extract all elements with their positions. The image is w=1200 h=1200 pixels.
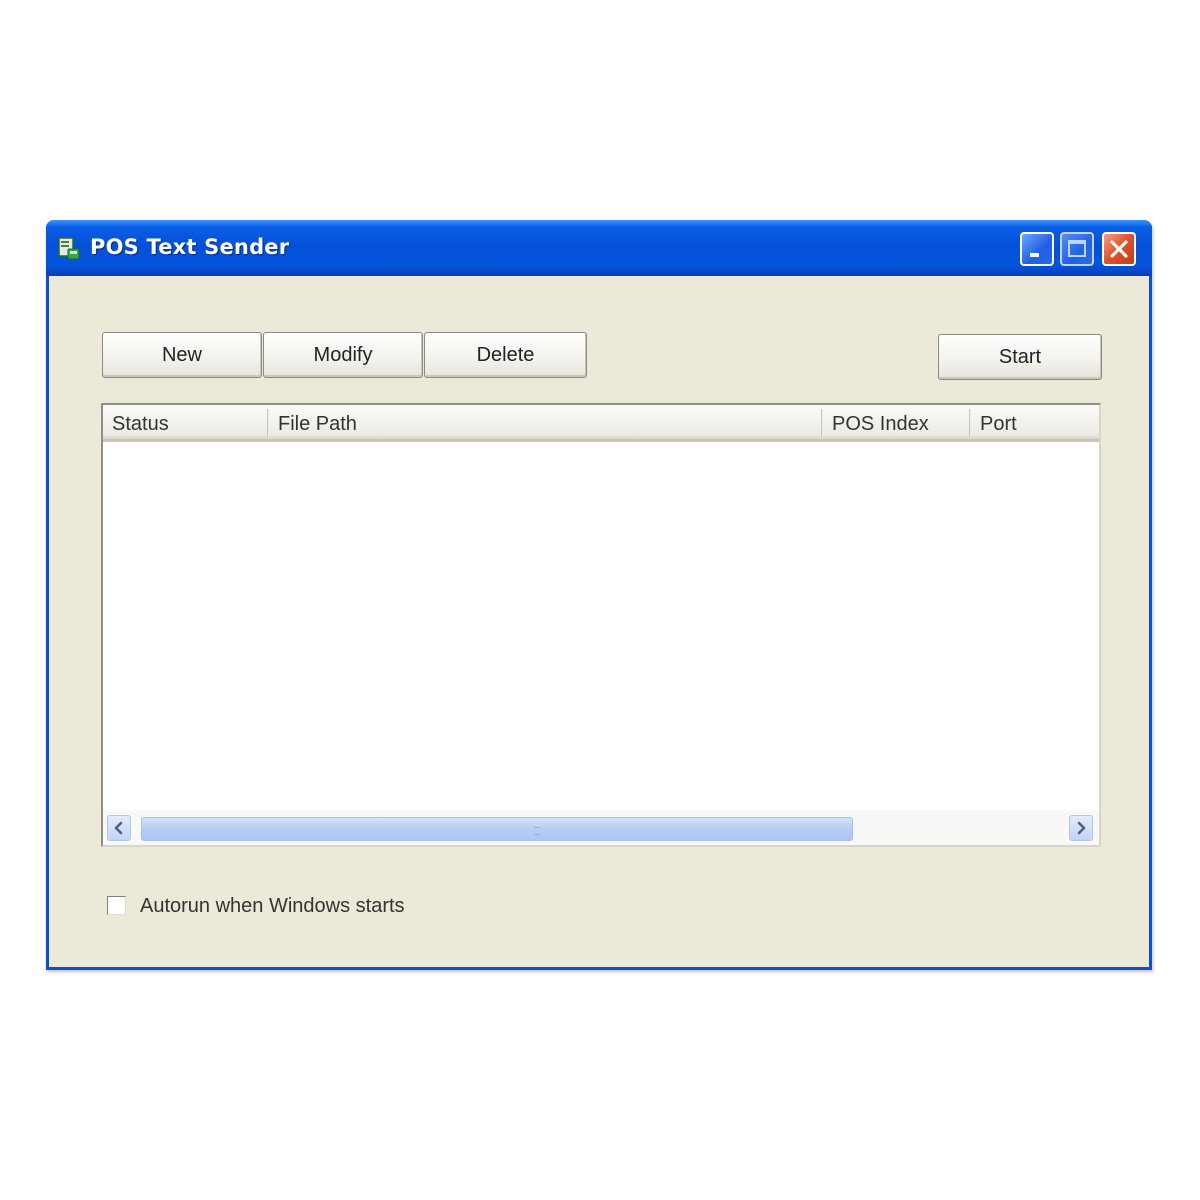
column-header-file-path[interactable]: File Path: [269, 405, 821, 439]
chevron-right-icon: [1077, 821, 1086, 835]
column-header-port[interactable]: Port: [971, 405, 1099, 439]
start-button[interactable]: Start: [938, 334, 1102, 380]
maximize-button[interactable]: [1060, 232, 1094, 266]
window-client-area: New Modify Delete Start Status File Path…: [49, 276, 1149, 967]
scroll-thumb[interactable]: [141, 817, 853, 841]
title-bar[interactable]: POS Text Sender: [46, 220, 1152, 276]
window-title: POS Text Sender: [90, 235, 290, 259]
autorun-checkbox[interactable]: [107, 896, 126, 915]
horizontal-scrollbar[interactable]: [103, 810, 1099, 845]
scroll-left-button[interactable]: [107, 815, 131, 841]
chevron-left-icon: [114, 821, 123, 835]
new-button[interactable]: New: [102, 332, 262, 378]
file-list[interactable]: Status File Path POS Index Port: [101, 403, 1101, 847]
delete-button[interactable]: Delete: [424, 332, 587, 378]
column-header-pos-index[interactable]: POS Index: [823, 405, 969, 439]
maximize-icon: [1068, 240, 1086, 257]
close-icon: [1110, 240, 1128, 258]
list-header: Status File Path POS Index Port: [103, 405, 1099, 442]
modify-button[interactable]: Modify: [263, 332, 423, 378]
close-button[interactable]: [1102, 232, 1136, 266]
scroll-grip: [534, 827, 540, 835]
scroll-right-button[interactable]: [1069, 815, 1093, 841]
minimize-button[interactable]: [1020, 232, 1054, 266]
autorun-label[interactable]: Autorun when Windows starts: [140, 895, 405, 918]
minimize-icon: [1030, 253, 1039, 257]
list-body[interactable]: [103, 442, 1099, 810]
column-header-status[interactable]: Status: [103, 405, 267, 439]
app-window: POS Text Sender New Modify Delete Start …: [46, 220, 1152, 970]
app-icon: [58, 237, 80, 260]
